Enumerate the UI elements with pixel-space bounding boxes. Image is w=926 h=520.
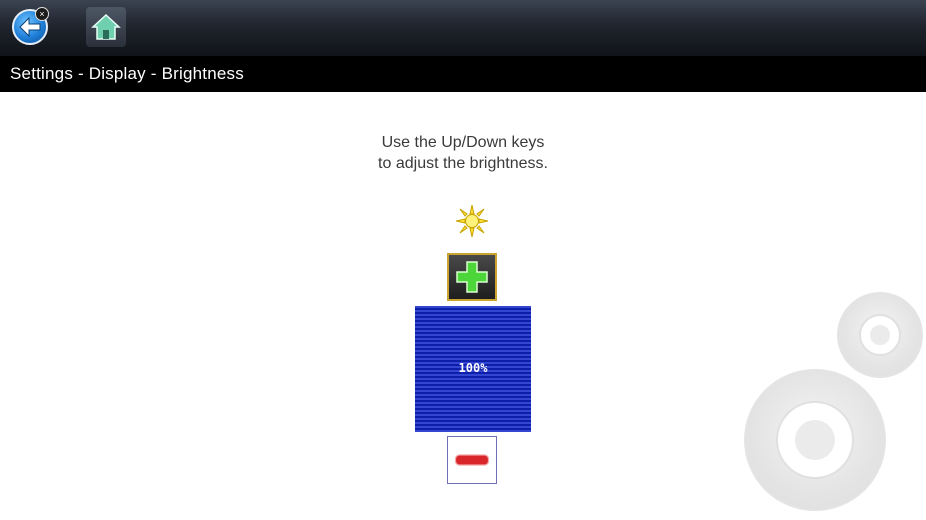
increase-brightness-button[interactable] (447, 253, 497, 301)
gears-icon (720, 290, 926, 520)
brightness-level-label: 100% (458, 361, 488, 375)
home-button[interactable] (84, 5, 128, 49)
close-badge-icon: × (35, 7, 49, 21)
instruction-line-2: to adjust the brightness. (378, 155, 548, 172)
page-title: Settings - Display - Brightness (10, 64, 244, 83)
plus-icon (456, 261, 488, 293)
brightness-level-bar: 100% (415, 306, 531, 432)
back-arrow-icon: × (12, 7, 49, 45)
home-icon (86, 7, 126, 47)
instruction-line-1: Use the Up/Down keys (381, 134, 545, 151)
minus-icon (454, 454, 490, 466)
top-toolbar: × (0, 0, 926, 56)
title-bar: Settings - Display - Brightness (0, 56, 926, 92)
back-button[interactable]: × (8, 5, 52, 49)
decrease-brightness-button[interactable] (447, 436, 497, 484)
sun-icon (455, 204, 489, 242)
